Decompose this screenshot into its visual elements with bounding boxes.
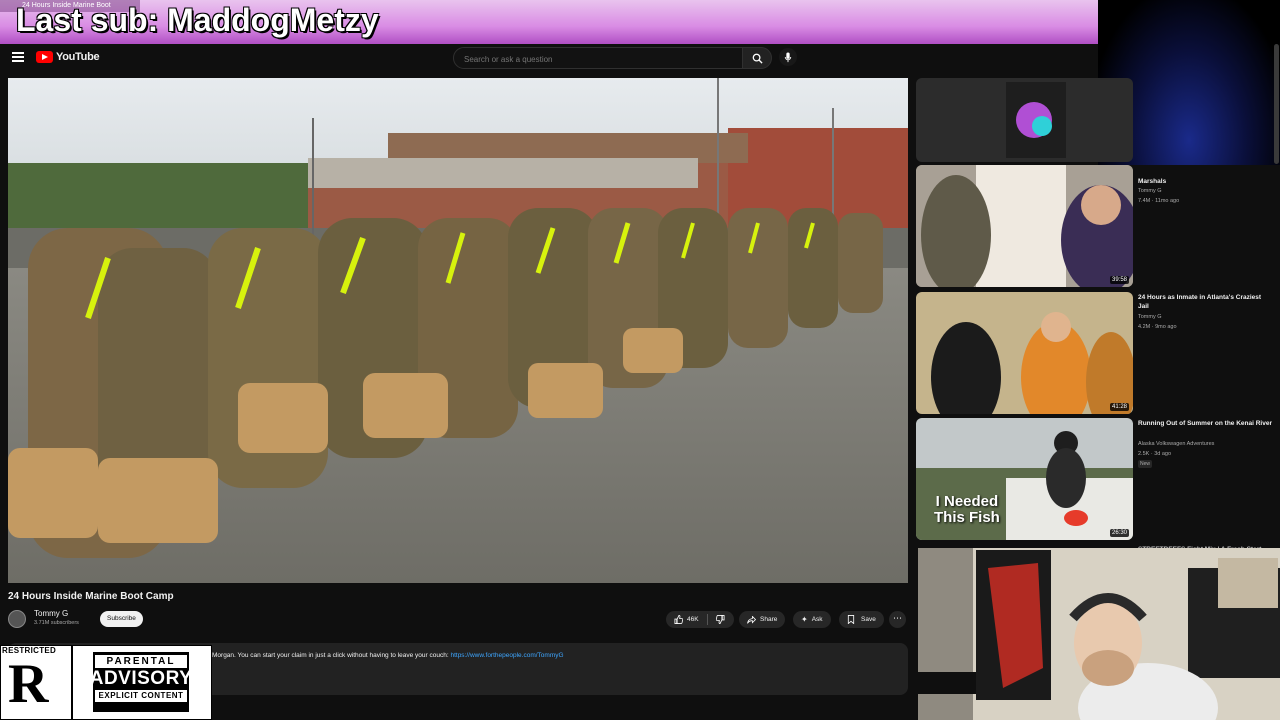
thumbs-down-icon[interactable] xyxy=(715,615,725,624)
channel-name[interactable]: Tommy G xyxy=(34,609,68,618)
subscribe-button[interactable]: Subscribe xyxy=(100,611,143,627)
recommended-thumbnail-1[interactable]: 39:58 xyxy=(916,165,1133,287)
advisory-top-text: PARENTAL xyxy=(95,655,187,668)
share-icon xyxy=(747,615,756,624)
video-frame xyxy=(8,78,908,583)
webcam-feed xyxy=(918,548,1280,720)
voice-search-button[interactable] xyxy=(779,48,797,66)
recommended-channel-2[interactable]: Tommy G xyxy=(1138,313,1162,321)
like-divider xyxy=(706,614,708,625)
more-actions-button[interactable]: ⋯ xyxy=(889,611,906,628)
recommended-meta-2: 4.2M · 9mo ago xyxy=(1138,324,1177,330)
recommended-meta-1: 7.4M · 11mo ago xyxy=(1138,198,1180,204)
save-button[interactable]: Save xyxy=(839,611,884,628)
subscriber-count: 3.71M subscribers xyxy=(34,620,79,626)
like-dislike-group: 46K xyxy=(666,611,734,628)
duration-badge: 26:30 xyxy=(1109,529,1129,537)
advisory-bottom-text: EXPLICIT CONTENT xyxy=(95,690,187,702)
page-scrollbar[interactable] xyxy=(1274,44,1279,164)
recommended-thumbnail-2-art xyxy=(916,292,1133,414)
like-count[interactable]: 46K xyxy=(687,611,699,628)
new-badge: New xyxy=(1138,460,1153,468)
share-label: Share xyxy=(760,616,778,623)
thumbnail-caption-line-2: This Fish xyxy=(934,509,1000,526)
description-link[interactable]: https://www.forthepeople.com/TommyG xyxy=(450,652,563,659)
recommended-title-3[interactable]: Running Out of Summer on the Kenai River xyxy=(1138,419,1273,428)
duration-badge: 41:28 xyxy=(1109,403,1129,411)
description-text: Morgan. You can start your claim in just… xyxy=(212,652,564,659)
search-input[interactable] xyxy=(462,51,736,67)
ask-label: Ask xyxy=(811,616,823,623)
microphone-icon xyxy=(784,51,792,62)
recommended-title-2[interactable]: 24 Hours as Inmate in Atlanta's Craziest… xyxy=(1138,293,1273,311)
search-icon xyxy=(752,53,763,64)
ad-thumbnail[interactable] xyxy=(916,78,1133,162)
youtube-logo-text: YouTube xyxy=(56,51,100,63)
recommended-thumbnail-2[interactable]: 41:28 xyxy=(916,292,1133,414)
duration-badge: 39:58 xyxy=(1109,276,1129,284)
recommended-thumbnail-3[interactable]: I Needed This Fish 26:30 xyxy=(916,418,1133,540)
menu-icon[interactable] xyxy=(12,52,24,62)
share-button[interactable]: Share xyxy=(739,611,786,628)
webcam-overlay xyxy=(918,548,1280,720)
youtube-logo[interactable]: YouTube xyxy=(36,51,100,63)
ad-thumbnail-art xyxy=(1006,82,1066,158)
search-button[interactable] xyxy=(742,47,772,69)
last-sub-banner-text: Last sub: MaddogMetzy xyxy=(16,2,379,38)
recommended-thumbnail-1-art xyxy=(916,165,1133,287)
thumbnail-caption-line-1: I Needed xyxy=(935,493,999,510)
ask-button[interactable]: ✦ Ask xyxy=(793,611,831,628)
restricted-letter: R xyxy=(8,653,49,715)
bookmark-icon xyxy=(847,615,855,624)
description-body: Morgan. You can start your claim in just… xyxy=(212,652,449,659)
recommended-channel-3[interactable]: Alaska Volkswagen Adventures xyxy=(1138,440,1214,448)
thumbnail-caption: I Needed This Fish xyxy=(934,494,1000,526)
video-player[interactable] xyxy=(8,78,908,583)
parental-advisory-label: PARENTAL ADVISORY EXPLICIT CONTENT xyxy=(90,652,192,712)
sparkle-icon: ✦ xyxy=(801,615,808,624)
channel-avatar[interactable] xyxy=(8,610,26,628)
thumbs-up-icon[interactable] xyxy=(674,615,683,624)
next-thumbnail-peek[interactable] xyxy=(918,672,976,694)
video-title: 24 Hours Inside Marine Boot Camp xyxy=(8,591,174,602)
advisory-middle-text: ADVISORY xyxy=(89,668,193,689)
recommended-meta-3: 2.5K · 3d ago xyxy=(1138,451,1172,457)
save-label: Save xyxy=(861,616,876,623)
recommended-channel-1[interactable]: Tommy G xyxy=(1138,187,1162,195)
recommended-title-1[interactable]: Marshals xyxy=(1138,177,1273,186)
youtube-play-icon xyxy=(36,51,53,63)
